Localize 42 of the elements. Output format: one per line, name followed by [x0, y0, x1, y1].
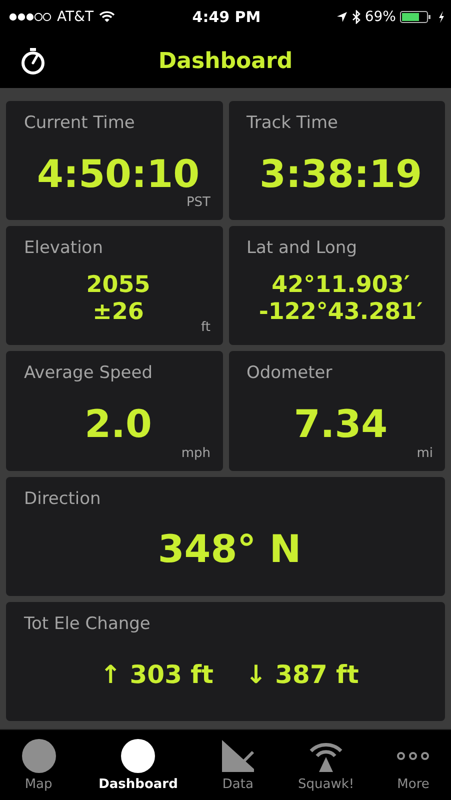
tile-label: Direction: [24, 488, 102, 509]
unit-label: mph: [181, 446, 210, 461]
signal-strength-icon: [8, 12, 52, 22]
metric-value: 348° N: [158, 527, 302, 572]
chart-icon: [220, 738, 255, 772]
stopwatch-icon: [20, 47, 46, 75]
location-arrow-icon: [336, 11, 348, 23]
charging-icon: [438, 11, 445, 23]
metric-value: 42°11.903′: [272, 272, 410, 299]
carrier-name: AT&T: [57, 9, 94, 25]
wifi-icon: [98, 11, 115, 23]
metric-value: ↑ 303 ft: [100, 660, 214, 689]
tile-label: Elevation: [24, 238, 104, 258]
more-icon: [397, 752, 430, 760]
metric-value: 2055: [86, 272, 150, 299]
metric-value: ↓ 387 ft: [246, 660, 359, 689]
tab-item[interactable]: Dashboard: [94, 730, 182, 800]
unit-label: mi: [416, 446, 433, 461]
tile-label: Odometer: [246, 363, 334, 384]
tab-item[interactable]: Data: [216, 730, 259, 800]
tile-label: Track Time: [246, 113, 339, 133]
tab-item[interactable]: More: [393, 730, 434, 800]
tile-label: Average Speed: [24, 363, 154, 384]
tab-item[interactable]: Squawk!: [294, 730, 358, 800]
bluetooth-icon: [352, 10, 361, 24]
metric-value: 4:50:10: [36, 152, 200, 196]
tile-label: Lat and Long: [246, 238, 358, 258]
unit-label: PST: [186, 195, 210, 210]
metric-value: 3:38:19: [259, 152, 422, 196]
clock-time: 4:49 PM: [192, 8, 261, 26]
circle-icon: [121, 738, 156, 772]
tile-label: Tot Ele Change: [24, 614, 152, 634]
metric-value: ±26: [92, 298, 144, 326]
tile-label: Current Time: [24, 113, 136, 133]
metric-value: 2.0: [84, 402, 152, 446]
unit-label: ft: [201, 320, 210, 336]
screen-title: Dashboard: [157, 48, 294, 74]
circle-icon: [22, 738, 56, 772]
tab-item[interactable]: Map: [18, 730, 60, 800]
metric-value: -122°43.281′: [258, 298, 423, 326]
battery-percent: 69%: [364, 9, 396, 25]
metric-value: 7.34: [294, 402, 388, 446]
